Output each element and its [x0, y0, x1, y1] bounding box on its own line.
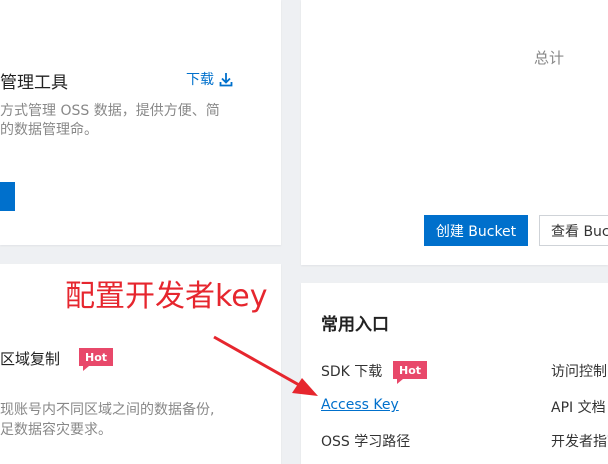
- tool-card-action-button[interactable]: [0, 182, 15, 211]
- bucket-overview-card: 总计 创建 Bucket 查看 Bucket: [301, 0, 608, 265]
- tool-card-title: 管理工具: [0, 73, 68, 93]
- access-key-link[interactable]: Access Key: [321, 397, 399, 413]
- api-docs-link[interactable]: API 文档: [551, 397, 606, 417]
- developer-guide-link[interactable]: 开发者指南: [551, 431, 608, 451]
- tool-card-description-line-1: 方式管理 OSS 数据，提供方便、简: [0, 103, 220, 119]
- sdk-download-link[interactable]: SDK 下载: [321, 361, 382, 381]
- create-bucket-button[interactable]: 创建 Bucket: [424, 215, 528, 246]
- annotation-label: 配置开发者key: [65, 279, 268, 314]
- replication-description-line-2: 足数据容灾要求。: [0, 422, 112, 438]
- oss-learning-path-link[interactable]: OSS 学习路径: [321, 431, 410, 451]
- replication-description-line-1: 现账号内不同区域之间的数据备份,: [0, 402, 215, 418]
- download-link[interactable]: 下载: [186, 69, 233, 89]
- access-control-link[interactable]: 访问控制: [551, 361, 607, 381]
- total-label: 总计: [534, 49, 565, 67]
- download-label: 下载: [186, 72, 214, 88]
- management-tool-card: 管理工具 下载 方式管理 OSS 数据，提供方便、简 的数据管理命。: [0, 0, 281, 245]
- tool-card-description-line-2: 的数据管理命。: [0, 122, 98, 138]
- replication-card-title[interactable]: 区域复制: [0, 348, 60, 369]
- common-entrances-title: 常用入口: [321, 315, 389, 335]
- hot-badge: Hot: [393, 361, 428, 384]
- common-entrances-card: 常用入口 SDK 下载 Hot Access Key OSS 学习路径 访问控制…: [301, 283, 608, 464]
- view-bucket-button[interactable]: 查看 Bucket: [539, 215, 608, 246]
- hot-badge: Hot: [79, 348, 114, 371]
- download-icon: [219, 72, 233, 86]
